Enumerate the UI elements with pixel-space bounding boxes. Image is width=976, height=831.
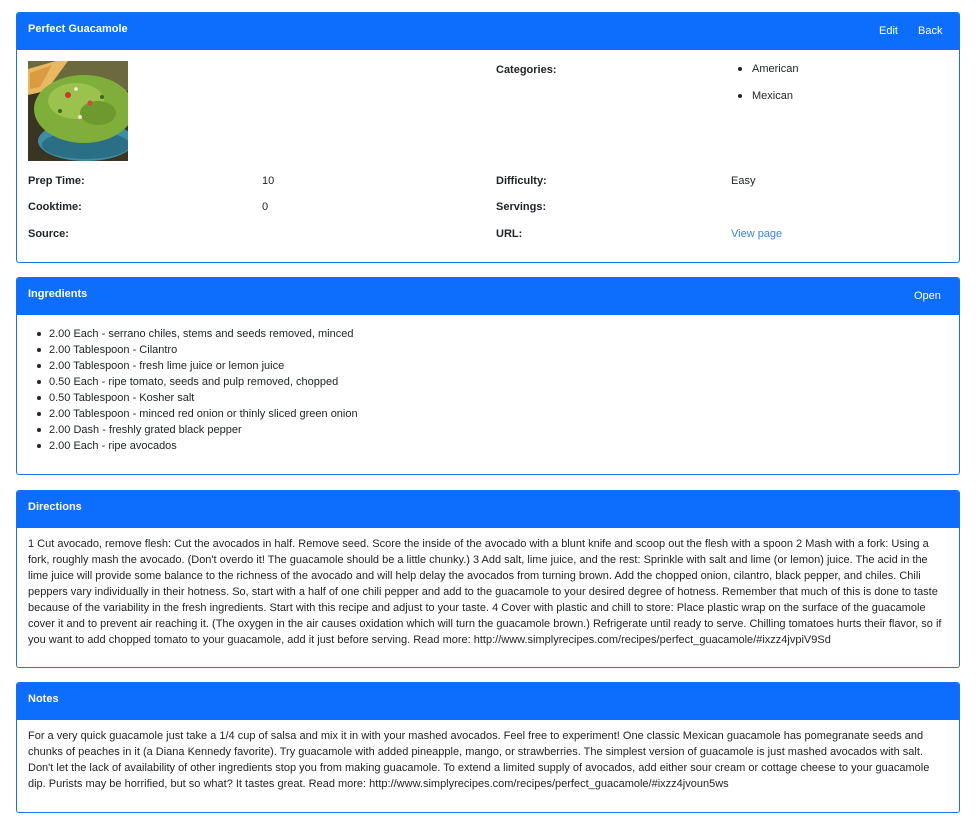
cooktime-value: 0 — [262, 201, 269, 213]
notes-text: For a very quick guacamole just take a 1… — [28, 730, 930, 790]
cooktime-label: Cooktime: — [28, 201, 82, 213]
directions-card-header: Directions — [17, 491, 959, 528]
difficulty-value: Easy — [731, 175, 756, 187]
open-button[interactable]: Open — [914, 290, 941, 302]
ingredient-item: 0.50 Tablespoon - Kosher salt — [35, 391, 358, 407]
category-item: Mexican — [735, 89, 798, 116]
notes-card: Notes For a very quick guacamole just ta… — [16, 682, 960, 813]
ingredient-item: 2.00 Tablespoon - fresh lime juice or le… — [35, 359, 358, 375]
ingredient-item: 0.50 Each - ripe tomato, seeds and pulp … — [35, 375, 358, 391]
back-button[interactable]: Back — [918, 25, 942, 37]
edit-button[interactable]: Edit — [879, 25, 898, 37]
recipe-title: Perfect Guacamole — [28, 23, 128, 35]
category-item: American — [735, 62, 798, 89]
directions-title: Directions — [28, 501, 82, 513]
ingredient-item: 2.00 Tablespoon - minced red onion or th… — [35, 407, 358, 423]
ingredients-title: Ingredients — [28, 288, 88, 300]
servings-label: Servings: — [496, 201, 547, 213]
directions-card: Directions 1 Cut avocado, remove flesh: … — [16, 490, 960, 668]
source-label: Source: — [28, 228, 69, 240]
url-label: URL: — [496, 228, 523, 240]
difficulty-label: Difficulty: — [496, 175, 547, 187]
notes-card-header: Notes — [17, 683, 959, 720]
prep-time-value: 10 — [262, 175, 275, 187]
categories-label: Categories: — [496, 64, 557, 76]
ingredient-item: 2.00 Tablespoon - Cilantro — [35, 343, 358, 359]
ingredients-card-header: Ingredients Open — [17, 278, 959, 315]
directions-text: 1 Cut avocado, remove flesh: Cut the avo… — [28, 538, 942, 646]
recipe-card-header: Perfect Guacamole Edit Back — [17, 13, 959, 50]
ingredient-item: 2.00 Dash - freshly grated black pepper — [35, 423, 358, 439]
category-list: American Mexican — [735, 62, 798, 116]
recipe-card: Perfect Guacamole Edit Back Categories: … — [16, 12, 960, 263]
ingredient-list: 2.00 Each - serrano chiles, stems and se… — [35, 327, 358, 455]
ingredient-item: 2.00 Each - serrano chiles, stems and se… — [35, 327, 358, 343]
ingredient-item: 2.00 Each - ripe avocados — [35, 439, 358, 455]
ingredients-card: Ingredients Open 2.00 Each - serrano chi… — [16, 277, 960, 475]
notes-title: Notes — [28, 693, 59, 705]
recipe-photo — [28, 61, 128, 161]
view-page-link[interactable]: View page — [731, 228, 782, 240]
prep-time-label: Prep Time: — [28, 175, 85, 187]
